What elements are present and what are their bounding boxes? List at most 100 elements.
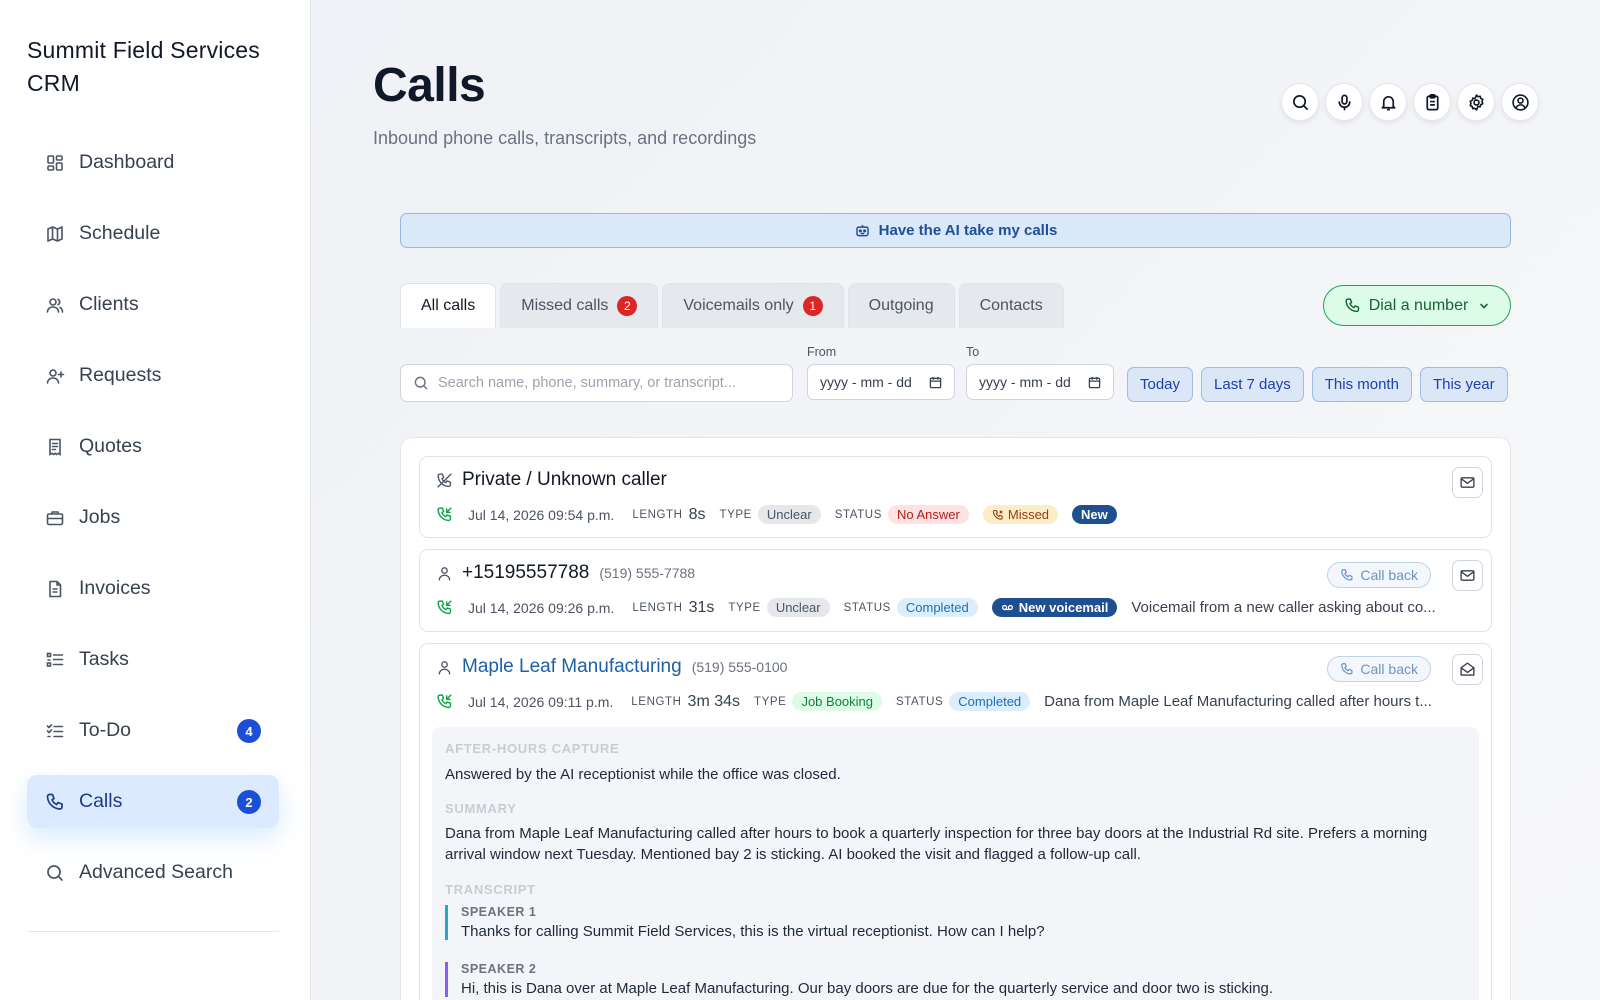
sidebar-item-quotes[interactable]: Quotes (27, 420, 279, 473)
voicemail-count-badge: 1 (802, 296, 823, 316)
call-status-badge: Completed (896, 598, 978, 617)
account-button[interactable] (1501, 83, 1539, 121)
summary-heading: SUMMARY (445, 801, 517, 816)
sidebar-item-todo[interactable]: To-Do 4 (27, 704, 279, 757)
call-back-label: Call back (1360, 661, 1418, 677)
speaker-text: Hi, this is Dana over at Maple Leaf Manu… (461, 980, 1274, 997)
call-date: Jul 14, 2026 09:26 p.m. (468, 599, 615, 616)
tab-voicemails-only[interactable]: Voicemails only 1 (662, 283, 844, 328)
sidebar-item-label: Calls (79, 790, 123, 812)
sidebar-item-label: Requests (79, 364, 162, 386)
notifications-button[interactable] (1369, 83, 1407, 121)
new-voicemail-tag: New voicemail (991, 598, 1118, 617)
briefcase-icon (45, 508, 65, 528)
sidebar-item-advanced-search[interactable]: Advanced Search (27, 846, 279, 899)
calendar-icon (929, 376, 942, 389)
call-row[interactable]: Private / Unknown caller Jul 14, 2026 09… (419, 456, 1492, 538)
call-summary: Dana from Maple Leaf Manufacturing calle… (1044, 693, 1432, 710)
tab-missed-calls[interactable]: Missed calls 2 (500, 283, 659, 328)
call-date: Jul 14, 2026 09:54 p.m. (468, 506, 615, 523)
missed-call-icon (992, 509, 1008, 521)
transcript-heading: TRANSCRIPT (445, 882, 536, 897)
caller-phone: (519) 555-0100 (691, 659, 788, 675)
caller-name-link[interactable]: Maple Leaf Manufacturing (462, 656, 682, 678)
email-opened-button[interactable] (1452, 654, 1483, 685)
ai-take-calls-banner[interactable]: Have the AI take my calls (400, 213, 1511, 248)
call-meta: Jul 14, 2026 09:11 p.m. LENGTH 3m 34s TY… (436, 692, 1434, 711)
sidebar-item-calls[interactable]: Calls 2 (27, 775, 279, 828)
sidebar-item-label: Dashboard (79, 151, 175, 173)
robot-icon (854, 222, 879, 239)
email-button[interactable] (1452, 560, 1483, 591)
call-back-button[interactable]: Call back (1327, 656, 1431, 682)
search-button[interactable] (1281, 83, 1319, 121)
search-input[interactable] (438, 375, 778, 391)
user-icon (436, 565, 453, 582)
filter-this-month-button[interactable]: This month (1311, 367, 1412, 402)
sidebar-item-dashboard[interactable]: Dashboard (27, 136, 279, 189)
call-row-expanded[interactable]: Maple Leaf Manufacturing (519) 555-0100 … (419, 643, 1492, 1000)
call-summary: Voicemail from a new caller asking about… (1131, 599, 1436, 616)
email-button[interactable] (1452, 467, 1483, 498)
transcript-line: SPEAKER 2 Hi, this is Dana over at Maple… (445, 962, 1455, 997)
speaker-label: SPEAKER 1 (461, 905, 537, 919)
brand-name: Summit Field Services CRM (27, 37, 260, 96)
missed-tag: Missed (982, 505, 1059, 524)
sidebar-item-jobs[interactable]: Jobs (27, 491, 279, 544)
missed-tag-label: Missed (1007, 507, 1050, 522)
call-back-button[interactable]: Call back (1327, 562, 1431, 588)
filter-last-7-days-button[interactable]: Last 7 days (1201, 367, 1304, 402)
to-label: To (966, 345, 980, 359)
type-label: TYPE (719, 508, 752, 521)
tab-outgoing[interactable]: Outgoing (847, 283, 955, 328)
phone-icon (1340, 662, 1360, 676)
calls-list: Private / Unknown caller Jul 14, 2026 09… (400, 437, 1511, 1000)
call-type-badge: Unclear (757, 505, 821, 524)
call-row[interactable]: +15195557788 (519) 555-7788 Jul 14, 2026… (419, 549, 1492, 632)
transcript-line: SPEAKER 1 Thanks for calling Summit Fiel… (445, 905, 1455, 940)
caller-name[interactable]: +15195557788 (462, 562, 589, 584)
sidebar-item-label: Quotes (79, 435, 142, 457)
call-length: 8s (688, 505, 706, 523)
length-label: LENGTH (631, 695, 682, 708)
ai-banner-label: Have the AI take my calls (878, 222, 1058, 239)
mail-icon (1459, 474, 1476, 491)
sidebar-item-label: Clients (79, 293, 139, 315)
clipboard-button[interactable] (1413, 83, 1451, 121)
calls-count-badge: 2 (237, 790, 261, 814)
filter-today-button[interactable]: Today (1127, 367, 1194, 402)
date-placeholder: yyyy - mm - dd (820, 374, 912, 390)
todo-count-badge: 4 (237, 719, 261, 743)
tab-all-calls[interactable]: All calls (400, 283, 497, 328)
sidebar-item-label: To-Do (79, 719, 132, 741)
dial-button-label: Dial a number (1368, 296, 1469, 314)
sidebar-item-schedule[interactable]: Schedule (27, 207, 279, 260)
to-date-input[interactable]: yyyy - mm - dd (966, 364, 1114, 400)
call-length: 3m 34s (687, 692, 741, 710)
caller-name[interactable]: Private / Unknown caller (462, 469, 667, 491)
call-back-label: Call back (1360, 567, 1418, 583)
sidebar-item-requests[interactable]: Requests (27, 349, 279, 402)
length-label: LENGTH (632, 508, 683, 521)
incoming-call-icon (436, 599, 453, 616)
search-icon (413, 375, 438, 391)
filter-this-year-button[interactable]: This year (1419, 367, 1508, 402)
clipboard-icon (1423, 93, 1442, 112)
type-label: TYPE (754, 695, 787, 708)
capture-heading: AFTER-HOURS CAPTURE (445, 741, 620, 756)
sidebar-item-label: Advanced Search (79, 861, 233, 883)
sidebar-divider (27, 931, 279, 932)
call-meta: Jul 14, 2026 09:26 p.m. LENGTH 31s TYPE … (436, 598, 1437, 617)
from-date-input[interactable]: yyyy - mm - dd (807, 364, 955, 400)
sidebar-item-label: Schedule (79, 222, 161, 244)
dial-number-button[interactable]: Dial a number (1323, 285, 1511, 326)
settings-button[interactable] (1457, 83, 1495, 121)
sidebar-item-invoices[interactable]: Invoices (27, 562, 279, 615)
voicemail-icon (1001, 601, 1019, 614)
sidebar-nav: Dashboard Schedule Clients Requests Quot… (27, 136, 279, 917)
tab-label: Voicemails only (683, 297, 794, 314)
sidebar-item-clients[interactable]: Clients (27, 278, 279, 331)
tab-contacts[interactable]: Contacts (958, 283, 1064, 328)
microphone-button[interactable] (1325, 83, 1363, 121)
sidebar-item-tasks[interactable]: Tasks (27, 633, 279, 686)
